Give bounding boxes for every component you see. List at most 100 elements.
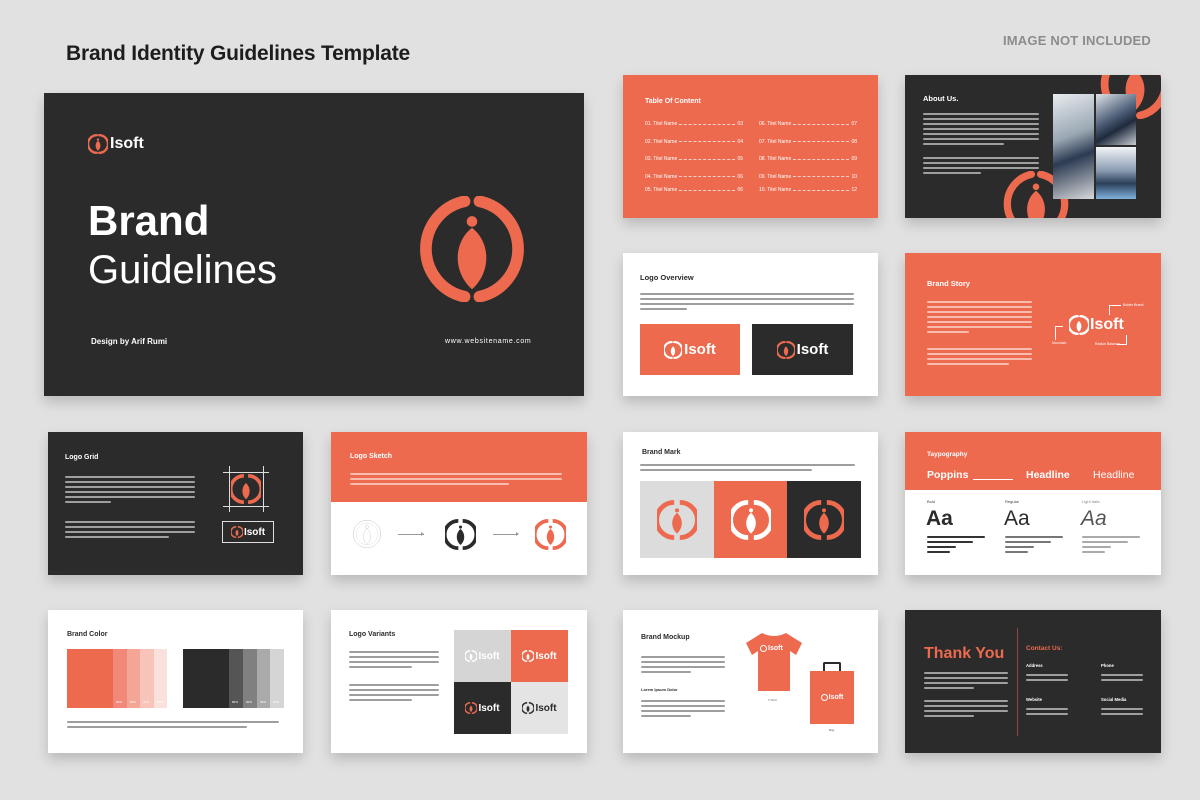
contact-value <box>1101 671 1143 684</box>
slide-logo-sketch[interactable]: Logo Sketch <box>331 432 587 575</box>
toc-item[interactable]: 07. Titel Name 08 <box>759 139 857 145</box>
brand-mark-paragraph <box>640 461 855 474</box>
logo-text: Isoft <box>243 526 266 538</box>
toc-item-label: 09. Titel Name <box>759 173 792 180</box>
annotation-label: Radius Balance <box>1095 342 1120 346</box>
toc-item-page: 04 <box>737 138 743 145</box>
slide-thank-you[interactable]: Thank You Contact Us: Address Phone Webs… <box>905 610 1161 753</box>
tint-label: 80% <box>232 700 239 704</box>
logo-on-dark: Isoft <box>752 324 853 375</box>
isoft-emblem-icon <box>664 340 683 359</box>
weight-label: Light Italic <box>1082 499 1101 504</box>
tint-label: 60% <box>130 700 137 704</box>
slide-brand-mark[interactable]: Brand Mark <box>623 432 878 575</box>
isoft-emblem-icon <box>657 499 697 540</box>
coral-emblem-icon <box>535 519 566 550</box>
brand-mockup-paragraph-2 <box>641 697 725 720</box>
weight-sample-bold: Aa <box>926 507 953 530</box>
logo-variants-title: Logo Variants <box>349 631 396 638</box>
tint-label: 20% <box>157 700 164 704</box>
charset-bold <box>927 533 985 556</box>
slide-logo-overview[interactable]: Logo Overview Isoft Isoft <box>623 253 878 396</box>
arrow-head <box>421 532 424 536</box>
slide-brand-color[interactable]: Brand Color 80% 60% 40% 20% 80% 60% 40% … <box>48 610 303 753</box>
annotation-line <box>1109 305 1121 315</box>
toc-item[interactable]: 03. Titel Name 05 <box>645 156 743 162</box>
logo-text: Isoft <box>535 650 557 662</box>
toc-item[interactable]: 04. Titel Name 06 <box>645 174 743 180</box>
thank-you-paragraph-1 <box>924 669 1008 692</box>
toc-item-page: 06 <box>737 187 743 193</box>
logo-grid-paragraph-2 <box>65 518 195 541</box>
toc-dotted-leader <box>793 158 850 160</box>
logo-grid-paragraph-1 <box>65 473 195 506</box>
contact-field-website: Website <box>1026 697 1042 702</box>
logo-overview-title: Logo Overview <box>640 273 694 282</box>
logo-on-coral: Isoft <box>640 324 740 375</box>
logo-sketch-paragraph <box>350 470 562 488</box>
toc-item-page: 09 <box>851 156 857 162</box>
isoft-emblem-icon <box>776 340 795 359</box>
toc-dotted-leader <box>793 141 850 142</box>
mockup-label: T-Shirt <box>768 698 777 702</box>
tshirt-logo: Isoft <box>760 645 783 652</box>
tint-label: 60% <box>246 700 253 704</box>
toc-dotted-leader <box>679 189 736 191</box>
slide-logo-variants[interactable]: Logo Variants Isoft Isoft Isoft Isoft <box>331 610 587 753</box>
toc-item[interactable]: 08. Titel Name 09 <box>759 156 857 162</box>
logo-text: Isoft <box>684 341 716 358</box>
toc-item[interactable]: 01. Titel Name 03 <box>645 121 743 127</box>
secondary-swatch <box>183 649 229 708</box>
toc-item[interactable]: 05. Titel Name 06 <box>645 187 743 193</box>
contact-value <box>1101 705 1143 718</box>
sketch-header-band <box>331 432 587 502</box>
toc-item-label: 08. Titel Name <box>759 156 792 162</box>
tint-label: 40% <box>260 700 267 704</box>
brand-mockup-title: Brand Mockup <box>641 634 690 641</box>
charset-regular <box>1005 533 1063 556</box>
slide-cover[interactable]: Isoft Brand Guidelines Design by Arif Ru… <box>44 93 584 396</box>
weight-sample-regular: Aa <box>1004 507 1030 530</box>
weight-label: Regular <box>1005 499 1020 504</box>
cover-designer: Design by Arif Rumi <box>91 337 168 346</box>
cover-logo: Isoft <box>88 134 144 154</box>
brand-story-paragraph-2 <box>927 345 1032 368</box>
annotation-line <box>1055 326 1063 340</box>
toc-title: Table Of Content <box>645 98 701 105</box>
slide-typography[interactable]: Taypography Poppins Headline Headline Bo… <box>905 432 1161 575</box>
isoft-emblem-icon <box>522 650 535 662</box>
photo-placeholder-top <box>1096 94 1136 145</box>
about-paragraph-1 <box>923 110 1039 148</box>
slide-brand-mockup[interactable]: Brand Mockup Lorem Ipsum Dolor Isoft T-S… <box>623 610 878 753</box>
isoft-emblem-icon <box>230 526 243 538</box>
toc-item[interactable]: 06. Titel Name 07 <box>759 121 857 127</box>
toc-item-page: 12 <box>851 187 857 193</box>
contact-title: Contact Us: <box>1026 645 1063 652</box>
slide-table-of-content[interactable]: Table Of Content 01. Titel Name 03 02. Tit… <box>623 75 878 218</box>
toc-item-label: 10. Titel Name <box>759 187 792 193</box>
slide-brand-story[interactable]: Brand Story Isoft Bolder Brand Mountain … <box>905 253 1161 396</box>
brand-story-logo: Isoft <box>1069 315 1124 335</box>
cover-website: www.websitename.com <box>445 338 532 345</box>
logo-text: Isoft <box>828 694 844 701</box>
isoft-emblem-icon <box>420 196 524 302</box>
isoft-emblem-icon <box>522 702 535 714</box>
slide-about-us[interactable]: About Us. <box>905 75 1161 218</box>
toc-item[interactable]: 10. Titel Name 12 <box>759 187 857 193</box>
toc-item-label: 01. Titel Name <box>645 121 678 127</box>
bag-mockup: Isoft <box>810 671 854 724</box>
slide-logo-grid[interactable]: Logo Grid Isoft <box>48 432 303 575</box>
annotation-label: Mountain <box>1052 341 1067 345</box>
about-paragraph-2 <box>923 154 1039 177</box>
isoft-emblem-icon <box>1069 315 1089 335</box>
toc-item[interactable]: 02. Titel Name 04 <box>645 139 743 145</box>
toc-dotted-leader <box>793 189 850 191</box>
toc-item-label: 07. Titel Name <box>759 138 792 145</box>
logo-variants-paragraph-1 <box>349 648 439 671</box>
toc-item[interactable]: 09. Titel Name 10 <box>759 174 857 180</box>
font-name-underline <box>973 479 1013 480</box>
brand-mark-title: Brand Mark <box>642 449 681 456</box>
logo-text: Isoft <box>768 645 783 652</box>
weight-sample-light-italic: Aa <box>1081 507 1107 530</box>
tint-label: 80% <box>116 700 123 704</box>
